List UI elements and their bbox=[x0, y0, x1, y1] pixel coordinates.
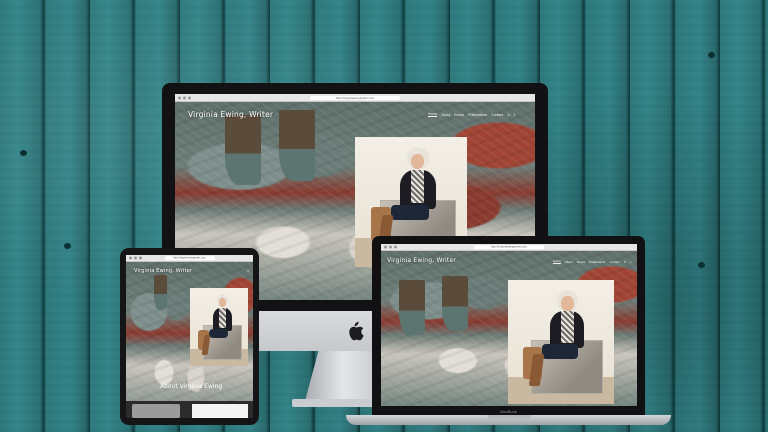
window-controls[interactable] bbox=[384, 245, 397, 249]
url-field[interactable]: http://virginiaewingwriter.com bbox=[310, 95, 400, 100]
nav-publications[interactable]: Publications bbox=[468, 113, 487, 117]
menu-icon[interactable]: ≡ bbox=[247, 269, 249, 273]
nav-about[interactable]: About bbox=[565, 260, 573, 264]
site-title[interactable]: Virginia Ewing, Writer bbox=[188, 110, 273, 119]
about-preview-panel bbox=[126, 401, 253, 418]
macbook-model-label: MacBook bbox=[500, 409, 517, 414]
nav-contact[interactable]: Contact bbox=[491, 113, 503, 117]
nav-contact[interactable]: Contact bbox=[609, 260, 619, 264]
nav-books[interactable]: Books bbox=[577, 260, 585, 264]
browser-address-bar: http://virginiaewingwriter.com bbox=[381, 244, 637, 251]
browser-address-bar: http://virginiaewingwriter.com bbox=[126, 255, 253, 262]
nav-about[interactable]: About bbox=[441, 113, 450, 117]
facebook-icon[interactable]: f bbox=[630, 260, 631, 264]
url-field[interactable]: http://virginiaewingwriter.com bbox=[164, 256, 215, 260]
ipad-device: http://virginiaewingwriter.com Virginia … bbox=[120, 248, 259, 425]
nav-home[interactable]: Home bbox=[552, 259, 561, 264]
about-heading: About Virginia Ewing bbox=[160, 383, 223, 390]
site-title[interactable]: Virginia Ewing, Writer bbox=[387, 257, 456, 264]
apple-logo-icon bbox=[349, 321, 364, 341]
author-photo bbox=[190, 288, 248, 366]
macbook-notch bbox=[486, 415, 531, 419]
main-nav: ≡ bbox=[247, 269, 249, 273]
macbook-screen: http://virginiaewingwriter.com Virginia … bbox=[381, 244, 637, 406]
wood-knot bbox=[708, 52, 715, 58]
mural-boot bbox=[153, 274, 167, 311]
nav-home[interactable]: Home bbox=[427, 112, 438, 117]
wood-knot bbox=[64, 243, 71, 249]
macbook-display: http://virginiaewingwriter.com Virginia … bbox=[372, 236, 645, 416]
macbook-base bbox=[346, 415, 671, 425]
nav-publications[interactable]: Publications bbox=[589, 260, 605, 264]
site-title[interactable]: Virginia Ewing, Writer bbox=[134, 268, 192, 274]
mural-boot bbox=[225, 114, 262, 185]
main-nav: Home About Books Publications Contact ✕ … bbox=[552, 259, 631, 264]
twitter-icon[interactable]: ✕ bbox=[624, 260, 627, 264]
mural-boot bbox=[279, 110, 316, 181]
ipad-screen: http://virginiaewingwriter.com Virginia … bbox=[126, 255, 253, 418]
window-controls[interactable] bbox=[129, 256, 142, 260]
wood-knot bbox=[20, 150, 27, 156]
url-field[interactable]: http://virginiaewingwriter.com bbox=[474, 245, 544, 249]
wood-knot bbox=[698, 262, 705, 268]
mural-boot bbox=[442, 276, 469, 332]
main-nav: Home About Books Publications Contact ✕ … bbox=[427, 112, 515, 117]
facebook-icon[interactable]: f bbox=[514, 113, 515, 117]
window-controls[interactable] bbox=[178, 96, 191, 99]
nav-books[interactable]: Books bbox=[454, 113, 464, 117]
twitter-icon[interactable]: ✕ bbox=[507, 113, 510, 117]
author-photo bbox=[508, 280, 614, 404]
mural-boot bbox=[398, 279, 425, 335]
browser-address-bar: http://virginiaewingwriter.com bbox=[175, 94, 535, 102]
